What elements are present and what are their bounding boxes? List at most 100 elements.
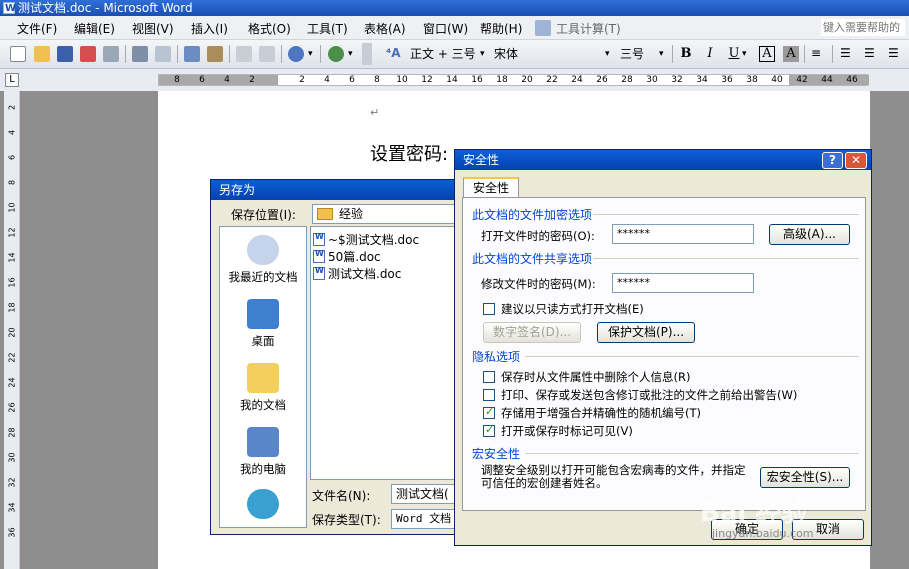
word-doc-icon	[313, 249, 325, 263]
horizontal-ruler[interactable]: 8 6 4 2 2 4 6 8 10 12 14 16 18 20 22 24 …	[158, 74, 869, 86]
toolbar-separator	[804, 45, 805, 63]
email-icon[interactable]	[103, 46, 119, 62]
advanced-button[interactable]: 高级(A)...	[769, 224, 850, 245]
places-bar: 我最近的文档 桌面 我的文档 我的电脑	[219, 226, 307, 528]
file-name: ~$测试文档.doc	[328, 233, 420, 247]
place-my-computer[interactable]: 我的电脑	[220, 427, 306, 477]
indent-icon[interactable]: ☰	[888, 46, 899, 60]
bold-button[interactable]: B	[678, 46, 694, 62]
numbering-icon[interactable]: ☰	[840, 46, 851, 60]
copy-icon[interactable]	[236, 46, 252, 62]
char-border-button[interactable]: A	[759, 46, 775, 62]
italic-button[interactable]: I	[702, 46, 718, 62]
ruler-tick: 40	[771, 75, 783, 85]
vruler-tick: 36	[7, 527, 17, 538]
calculator-icon	[535, 20, 551, 36]
macro-security-button[interactable]: 宏安全性(S)...	[760, 467, 850, 488]
privacy-label-visible-markup: 打开或保存时标记可见(V)	[501, 424, 633, 438]
research-icon[interactable]	[207, 46, 223, 62]
font-size-combo[interactable]: 三号	[617, 45, 665, 63]
close-button[interactable]: ✕	[845, 152, 867, 169]
style-dropdown-icon[interactable]: ▾	[480, 49, 485, 59]
menu-file[interactable]: 文件(F)	[17, 20, 57, 37]
file-list[interactable]: ~$测试文档.doc 50篇.doc 测试文档.doc	[310, 226, 470, 480]
ruler-tick: 28	[621, 75, 633, 85]
open-folder-icon[interactable]	[34, 46, 50, 62]
modify-password-input[interactable]: ******	[612, 273, 754, 293]
help-search-input[interactable]	[821, 19, 905, 36]
new-document-icon[interactable]	[10, 46, 26, 62]
open-password-input[interactable]: ******	[612, 224, 754, 244]
help-button[interactable]: ?	[822, 152, 843, 169]
font-dropdown-icon[interactable]: ▾	[605, 49, 610, 59]
baidu-watermark-url: jingyan.baidu.com	[712, 527, 814, 540]
menu-insert[interactable]: 插入(I)	[191, 20, 228, 37]
vruler-tick: 20	[7, 327, 17, 338]
menu-view[interactable]: 视图(V)	[132, 20, 174, 37]
place-label: 我的文档	[240, 398, 286, 412]
section-divider	[593, 258, 859, 259]
network-icon	[247, 489, 279, 519]
digital-signature-button[interactable]: 数字签名(D)...	[483, 322, 581, 343]
privacy-checkbox-warn-revisions[interactable]	[483, 389, 495, 401]
vruler-tick: 12	[7, 227, 17, 238]
toolbar-overflow-icon[interactable]	[362, 43, 372, 65]
hyperlink-dropdown-icon[interactable]: ▾	[348, 49, 353, 59]
underline-dropdown-icon[interactable]: ▾	[742, 49, 747, 59]
place-my-documents[interactable]: 我的文档	[220, 363, 306, 413]
char-shading-button[interactable]: A	[783, 46, 799, 62]
tab-selector-icon[interactable]: L	[5, 73, 19, 87]
menu-format[interactable]: 格式(O)	[248, 20, 291, 37]
vruler-tick: 2	[7, 104, 17, 111]
save-location-combo[interactable]: 经验	[312, 204, 470, 224]
ruler-tick: 38	[746, 75, 758, 85]
permission-icon[interactable]	[80, 46, 96, 62]
bullets-icon[interactable]: ☰	[864, 46, 875, 60]
folder-icon	[317, 208, 333, 220]
styles-pane-icon[interactable]: ⁴A	[386, 46, 401, 60]
vruler-tick: 32	[7, 477, 17, 488]
menu-tools[interactable]: 工具(T)	[307, 20, 348, 37]
font-size-dropdown-icon[interactable]: ▾	[659, 49, 664, 59]
place-desktop[interactable]: 桌面	[220, 299, 306, 349]
ruler-tick: 4	[324, 75, 330, 85]
undo-dropdown-icon[interactable]: ▾	[308, 49, 313, 59]
align-justify-icon[interactable]: ≡	[811, 46, 821, 60]
ruler-tick: 8	[174, 75, 180, 85]
readonly-checkbox[interactable]	[483, 303, 495, 315]
protect-document-button[interactable]: 保护文档(P)...	[597, 322, 695, 343]
menu-tool-calc[interactable]: 工具计算(T)	[556, 20, 621, 37]
vruler-tick: 14	[7, 252, 17, 263]
privacy-label-warn-revisions: 打印、保存或发送包含修订或批注的文件之前给出警告(W)	[501, 388, 798, 402]
hyperlink-icon[interactable]	[328, 46, 344, 62]
print-icon[interactable]	[132, 46, 148, 62]
file-item[interactable]: 测试文档.doc	[313, 265, 401, 282]
tab-security[interactable]: 安全性	[463, 177, 519, 198]
vertical-ruler[interactable]: 2 4 6 8 10 12 14 16 18 20 22 24 26 28 30…	[4, 91, 20, 569]
underline-button[interactable]: U	[726, 46, 742, 62]
privacy-checkbox-remove-info[interactable]	[483, 371, 495, 383]
menu-table[interactable]: 表格(A)	[364, 20, 406, 37]
paste-icon[interactable]	[259, 46, 275, 62]
menu-edit[interactable]: 编辑(E)	[74, 20, 115, 37]
word-app-icon	[3, 1, 16, 17]
spelling-icon[interactable]	[184, 46, 200, 62]
place-network[interactable]	[220, 489, 306, 523]
undo-icon[interactable]	[288, 46, 304, 62]
word-doc-icon	[313, 266, 325, 280]
menu-window[interactable]: 窗口(W)	[423, 20, 468, 37]
file-item[interactable]: ~$测试文档.doc	[313, 231, 419, 248]
font-combo[interactable]: 宋体	[491, 45, 611, 63]
print-preview-icon[interactable]	[155, 46, 171, 62]
save-icon[interactable]	[57, 46, 73, 62]
place-recent[interactable]: 我最近的文档	[220, 235, 306, 285]
place-label: 我最近的文档	[228, 270, 298, 284]
privacy-checkbox-visible-markup[interactable]	[483, 423, 495, 437]
file-item[interactable]: 50篇.doc	[313, 248, 381, 265]
toolbar-separator	[229, 45, 230, 63]
document-heading: 设置密码:	[370, 144, 449, 165]
privacy-checkbox-random-number[interactable]	[483, 405, 495, 419]
ruler-tick: 12	[421, 75, 433, 85]
ruler-tick: 2	[249, 75, 255, 85]
menu-help[interactable]: 帮助(H)	[480, 20, 522, 37]
